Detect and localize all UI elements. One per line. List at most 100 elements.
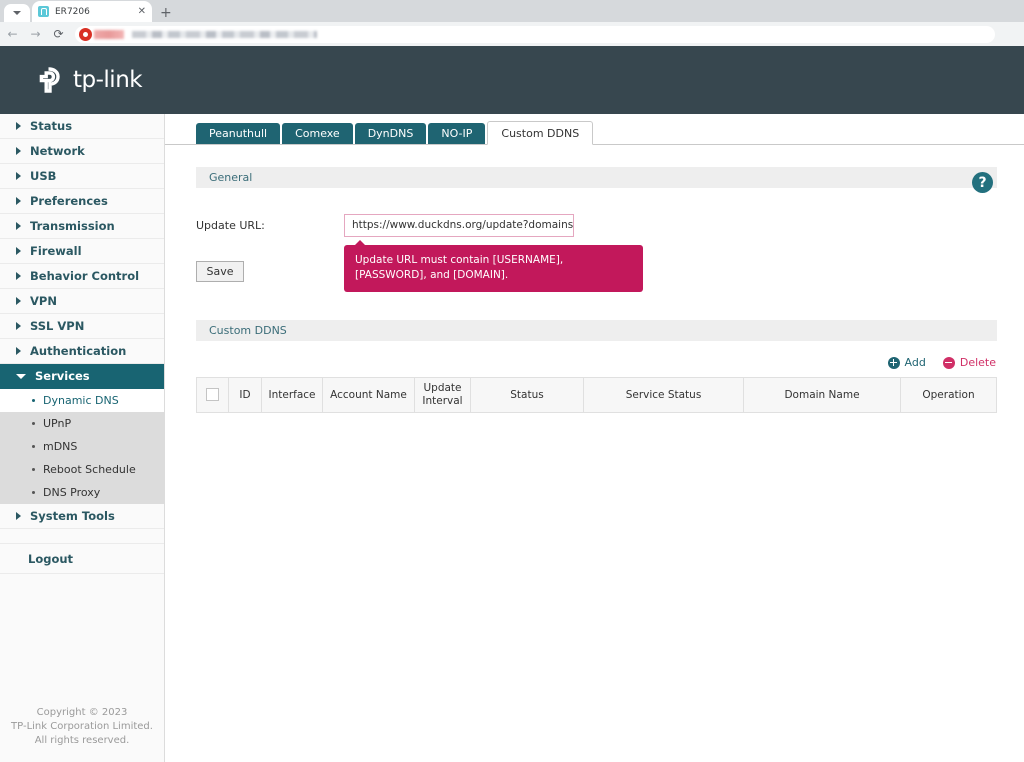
sidebar-subitem-dns-proxy[interactable]: DNS Proxy [0, 481, 164, 504]
chevron-right-icon [16, 222, 21, 230]
chevron-right-icon [16, 147, 21, 155]
chevron-down-icon [13, 11, 21, 15]
content-area: Peanuthull Comexe DynDNS NO-IP Custom DDNS ?… [165, 114, 1024, 762]
update-url-label: Update URL: [196, 219, 265, 232]
custom-ddns-section-title: Custom DDNS [196, 320, 997, 341]
tab-label: Custom DDNS [501, 126, 580, 140]
sidebar-subitem-label: DNS Proxy [43, 486, 101, 499]
tab-search-button[interactable] [4, 4, 30, 22]
column-header-update-interval: Update Interval [414, 377, 471, 413]
sidebar-item-ssl-vpn[interactable]: SSL VPN [0, 314, 164, 339]
chevron-right-icon [16, 122, 21, 130]
column-header-domain-name: Domain Name [743, 377, 901, 413]
sidebar-item-network[interactable]: Network [0, 139, 164, 164]
sidebar-subitem-dynamic-dns[interactable]: Dynamic DNS [0, 389, 164, 412]
bullet-icon [32, 422, 35, 425]
sidebar-item-services[interactable]: Services [0, 364, 164, 389]
tab-dyndns[interactable]: DynDNS [354, 123, 427, 144]
add-button-label: Add [904, 356, 926, 369]
sidebar-item-label: Behavior Control [30, 269, 140, 283]
help-icon[interactable]: ? [972, 172, 993, 193]
tab-label: DynDNS [367, 127, 414, 140]
select-all-header [196, 377, 229, 413]
sidebar-item-label: SSL VPN [30, 319, 85, 333]
sidebar-item-authentication[interactable]: Authentication [0, 339, 164, 364]
page-tabs: Peanuthull Comexe DynDNS NO-IP Custom DDNS [165, 117, 1024, 145]
select-all-checkbox[interactable] [206, 388, 219, 402]
router-web-ui: tp-link Status Network USB Preferences Trans… [0, 46, 1024, 762]
update-url-row: Update URL: https://www.duckdns.org/upda… [196, 214, 997, 292]
not-secure-icon[interactable] [79, 27, 92, 41]
new-tab-button[interactable]: + [160, 6, 172, 20]
sidebar-item-label: Preferences [30, 194, 108, 208]
chevron-right-icon [16, 197, 21, 205]
sidebar-item-system-tools[interactable]: System Tools [0, 504, 164, 529]
url-redacted-block [94, 29, 124, 39]
sidebar-subitem-label: mDNS [43, 440, 78, 453]
column-header-service-status: Service Status [583, 377, 744, 413]
validation-tooltip: Update URL must contain [USERNAME], [PAS… [344, 240, 643, 292]
browser-toolbar: ← → ⟳ [0, 22, 1024, 46]
delete-button-label: Delete [959, 356, 996, 369]
sidebar-item-status[interactable]: Status [0, 114, 164, 139]
bullet-icon [32, 491, 35, 494]
tab-comexe[interactable]: Comexe [282, 123, 353, 144]
close-icon[interactable]: ✕ [138, 6, 146, 17]
chevron-right-icon [16, 322, 21, 330]
router-header: tp-link [0, 46, 1024, 114]
sidebar-subitem-mdns[interactable]: mDNS [0, 435, 164, 458]
custom-ddns-panel: Custom DDNS Add Delete ID Interface Acco… [165, 320, 1024, 413]
chevron-right-icon [16, 272, 21, 280]
sidebar-subitem-upnp[interactable]: UPnP [0, 412, 164, 435]
copyright-line-2: TP-Link Corporation Limited. [11, 721, 153, 732]
add-button[interactable]: Add [887, 356, 926, 369]
tab-custom-ddns[interactable]: Custom DDNS [487, 121, 594, 145]
sidebar-subitem-label: Dynamic DNS [43, 394, 119, 407]
tab-label: NO-IP [441, 127, 473, 140]
update-url-input[interactable]: https://www.duckdns.org/update?domains= [344, 214, 574, 237]
sidebar-item-preferences[interactable]: Preferences [0, 189, 164, 214]
chevron-right-icon [16, 347, 21, 355]
sidebar-item-transmission[interactable]: Transmission [0, 214, 164, 239]
sidebar-item-label: Services [35, 369, 90, 383]
browser-chrome: ER7206 ✕ + ← → ⟳ [0, 0, 1024, 46]
chevron-right-icon [16, 297, 21, 305]
tab-no-ip[interactable]: NO-IP [428, 123, 486, 144]
sidebar-item-usb[interactable]: USB [0, 164, 164, 189]
bullet-icon [32, 399, 35, 402]
sidebar-item-firewall[interactable]: Firewall [0, 239, 164, 264]
copyright-line-1: Copyright © 2023 [36, 707, 128, 718]
chevron-right-icon [16, 247, 21, 255]
sidebar-item-label: System Tools [30, 509, 115, 523]
reload-icon[interactable]: ⟳ [52, 28, 65, 40]
sidebar-subitem-label: UPnP [43, 417, 72, 430]
sidebar-item-behavior-control[interactable]: Behavior Control [0, 264, 164, 289]
table-header-row: ID Interface Account Name Update Interval St… [196, 377, 997, 413]
tab-peanuthull[interactable]: Peanuthull [196, 123, 281, 144]
sidebar-item-vpn[interactable]: VPN [0, 289, 164, 314]
general-section-title: General [196, 167, 997, 188]
sidebar-subitem-reboot-schedule[interactable]: Reboot Schedule [0, 458, 164, 481]
sidebar-item-label: Network [30, 144, 85, 158]
sidebar-submenu: Dynamic DNS UPnP mDNS Reboot Schedule DNS Pr… [0, 389, 164, 504]
plus-circle-icon [887, 356, 900, 369]
router-body: Status Network USB Preferences Transmission F… [0, 114, 1024, 762]
forward-icon[interactable]: → [29, 28, 42, 40]
chevron-right-icon [16, 172, 21, 180]
sidebar-item-logout[interactable]: Logout [0, 544, 164, 574]
browser-tabstrip: ER7206 ✕ + [0, 0, 1024, 22]
address-bar[interactable] [75, 25, 995, 43]
sidebar-item-label: Status [30, 119, 73, 133]
back-icon[interactable]: ← [6, 28, 19, 40]
column-header-status: Status [470, 377, 584, 413]
chevron-right-icon [16, 512, 21, 520]
bullet-icon [32, 468, 35, 471]
chevron-down-icon [16, 373, 26, 379]
delete-button[interactable]: Delete [942, 356, 996, 369]
browser-tab[interactable]: ER7206 ✕ [32, 1, 152, 22]
column-header-id: ID [228, 377, 262, 413]
tab-label: Peanuthull [209, 127, 268, 140]
sidebar-item-label: Transmission [30, 219, 115, 233]
sidebar-copyright: Copyright © 2023 TP-Link Corporation Lim… [0, 706, 164, 762]
save-button[interactable]: Save [196, 261, 244, 282]
